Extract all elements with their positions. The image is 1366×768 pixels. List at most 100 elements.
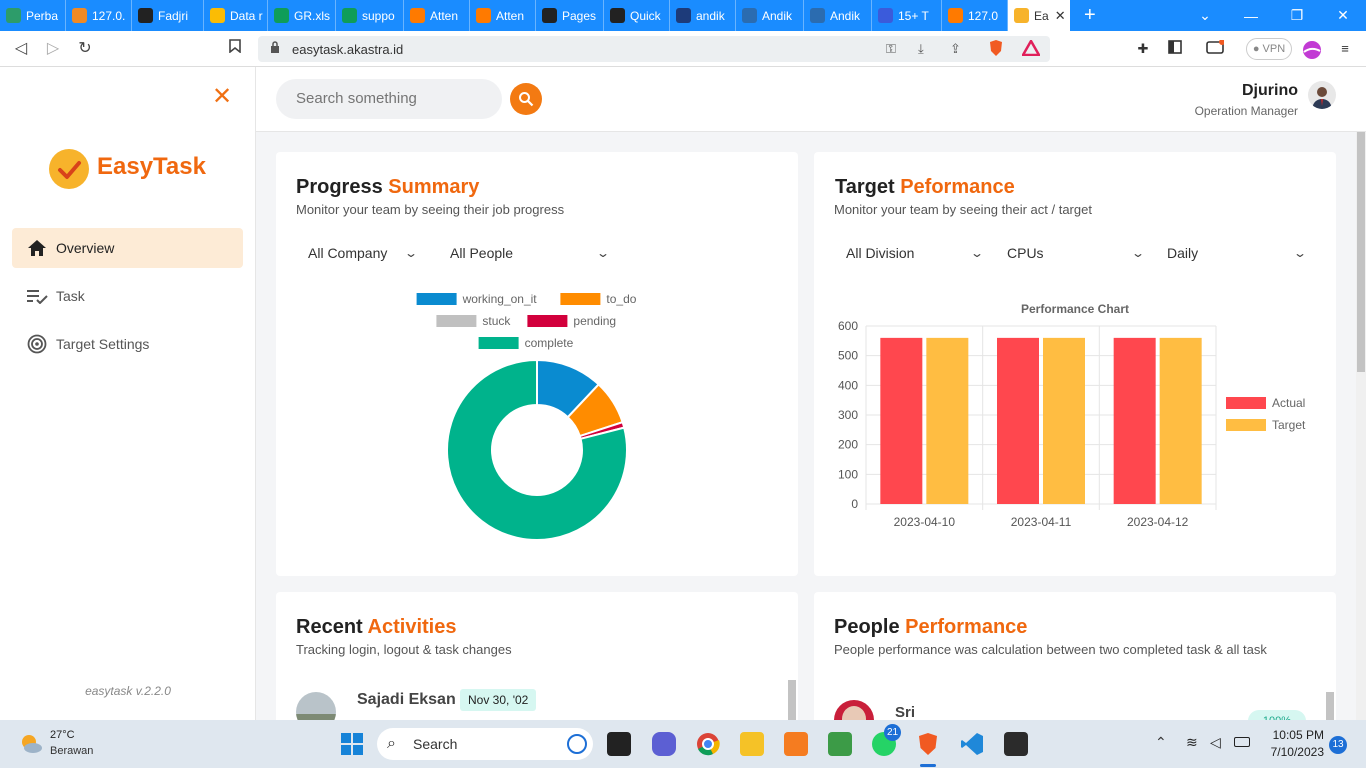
sidebar-item-overview[interactable]: Overview — [12, 228, 243, 268]
sidebar-item-task[interactable]: Task — [12, 276, 243, 316]
close-tab-icon[interactable]: ✕ — [1055, 8, 1066, 24]
browser-tab[interactable]: 127.0 — [942, 0, 1008, 31]
new-tab-button[interactable]: + — [1084, 4, 1104, 27]
company-select[interactable]: All Company ⌄ — [308, 242, 418, 264]
bar[interactable] — [1043, 337, 1085, 504]
chevron-up-icon[interactable]: ⌃ — [1155, 734, 1167, 751]
bar[interactable] — [997, 337, 1039, 504]
legend-label[interactable]: pending — [573, 314, 616, 328]
period-select[interactable]: Daily ⌄ — [1167, 242, 1307, 264]
bar[interactable] — [1159, 337, 1202, 504]
legend-swatch[interactable] — [560, 293, 601, 305]
avatar[interactable] — [1308, 81, 1336, 109]
legend-swatch[interactable] — [527, 315, 568, 327]
legend-swatch[interactable] — [478, 337, 519, 349]
legend-swatch[interactable] — [1226, 397, 1266, 409]
notes-app-icon[interactable] — [828, 732, 852, 756]
browser-tab[interactable]: suppo — [336, 0, 404, 31]
whatsapp-icon[interactable]: 21 — [872, 724, 902, 756]
wifi-icon[interactable]: ≋ — [1186, 734, 1198, 751]
browser-tab[interactable]: Pages — [536, 0, 604, 31]
browser-tab[interactable]: Andik — [736, 0, 804, 31]
wallet-icon[interactable] — [1206, 39, 1225, 58]
people-scrollbar[interactable] — [1326, 692, 1334, 720]
page-scrollbar[interactable] — [1356, 132, 1366, 720]
back-icon[interactable]: ◁ — [10, 39, 32, 59]
active-app-indicator — [920, 764, 936, 767]
brave-shield-icon[interactable] — [988, 39, 1004, 60]
title-accent: Peformance — [900, 176, 1015, 198]
brave-browser-icon[interactable] — [916, 732, 940, 756]
legend-label[interactable]: to_do — [606, 292, 636, 306]
minimize-button[interactable]: — — [1228, 0, 1274, 31]
brave-rewards-icon[interactable] — [1020, 38, 1042, 59]
browser-tab[interactable]: 127.0. — [66, 0, 132, 31]
tab-search-icon[interactable]: ⌄ — [1182, 0, 1228, 31]
metric-select[interactable]: CPUs ⌄ — [1007, 242, 1145, 264]
file-explorer-icon[interactable] — [740, 732, 764, 756]
legend-label[interactable]: working_on_it — [462, 292, 538, 306]
volume-icon[interactable]: ◁ — [1210, 734, 1221, 751]
url-text: easytask.akastra.id — [292, 42, 404, 57]
chrome-icon[interactable] — [696, 732, 720, 756]
forward-icon[interactable]: ▷ — [42, 39, 64, 59]
menu-icon[interactable]: ≡ — [1336, 40, 1354, 58]
tab-label: 15+ T — [898, 8, 929, 23]
bar[interactable] — [1113, 337, 1156, 504]
legend-label[interactable]: Target — [1272, 418, 1306, 432]
browser-tab[interactable]: 15+ T — [872, 0, 942, 31]
task-view-icon[interactable] — [607, 732, 631, 756]
clock-date[interactable]: 7/10/2023 — [1262, 745, 1324, 759]
notification-badge[interactable]: 13 — [1329, 736, 1347, 754]
xampp-icon[interactable] — [784, 732, 808, 756]
legend-swatch[interactable] — [416, 293, 457, 305]
bookmark-icon[interactable] — [224, 39, 246, 59]
legend-swatch[interactable] — [436, 315, 477, 327]
legend-label[interactable]: complete — [525, 336, 574, 350]
teams-chat-icon[interactable] — [652, 732, 676, 756]
browser-tab[interactable]: GR.xls — [268, 0, 336, 31]
search-input[interactable] — [276, 79, 502, 119]
browser-tab[interactable]: andik — [670, 0, 736, 31]
sidebar-item-target-settings[interactable]: Target Settings — [12, 324, 243, 364]
maximize-button[interactable]: ❐ — [1274, 0, 1320, 31]
close-window-button[interactable]: ✕ — [1320, 0, 1366, 31]
chevron-down-icon: ⌄ — [595, 246, 611, 260]
terminal-icon[interactable] — [1004, 732, 1028, 756]
install-icon[interactable]: ⤓ — [918, 41, 924, 57]
page-scroll-thumb[interactable] — [1357, 132, 1365, 372]
vscode-icon[interactable] — [960, 732, 984, 756]
browser-tab[interactable]: Data r — [204, 0, 268, 31]
browser-tab[interactable]: Atten — [404, 0, 470, 31]
clock-time[interactable]: 10:05 PM — [1262, 728, 1324, 742]
browser-tab[interactable]: Quick — [604, 0, 670, 31]
browser-tab[interactable]: Atten — [470, 0, 536, 31]
browser-tab[interactable]: Andik — [804, 0, 872, 31]
sidebar-toggle-icon[interactable] — [1166, 40, 1184, 58]
key-icon[interactable]: ⚿ — [886, 41, 896, 57]
taskbar-search[interactable]: ⌕ Search — [377, 728, 593, 760]
windows-start-icon[interactable] — [340, 732, 364, 756]
close-sidebar-icon[interactable]: ✕ — [212, 85, 232, 109]
bar[interactable] — [926, 337, 969, 504]
legend-swatch[interactable] — [1226, 419, 1266, 431]
reload-icon[interactable]: ↻ — [74, 39, 96, 59]
search-button[interactable] — [510, 83, 542, 115]
extensions-icon[interactable]: ✚ — [1134, 40, 1152, 58]
legend-label[interactable]: Actual — [1272, 396, 1305, 410]
browser-tab[interactable]: Perba — [0, 0, 66, 31]
vpn-toggle[interactable]: ● VPN — [1246, 38, 1292, 60]
legend-label[interactable]: stuck — [482, 314, 511, 328]
activity-user-name: Sajadi Eksan — [357, 691, 456, 708]
weather-icon[interactable] — [18, 732, 44, 756]
browser-tab[interactable]: Fadjri — [132, 0, 204, 31]
bar[interactable] — [880, 337, 923, 504]
browser-tab[interactable]: Ea ✕ — [1008, 0, 1070, 31]
url-field[interactable]: easytask.akastra.id ⚿ ⤓ ⇪ — [258, 36, 1050, 62]
division-select[interactable]: All Division ⌄ — [846, 242, 984, 264]
battery-icon[interactable] — [1234, 737, 1250, 747]
activities-scrollbar[interactable] — [788, 680, 796, 720]
profile-icon[interactable] — [1302, 40, 1321, 59]
people-select[interactable]: All People ⌄ — [450, 242, 611, 264]
share-icon[interactable]: ⇪ — [950, 41, 961, 57]
